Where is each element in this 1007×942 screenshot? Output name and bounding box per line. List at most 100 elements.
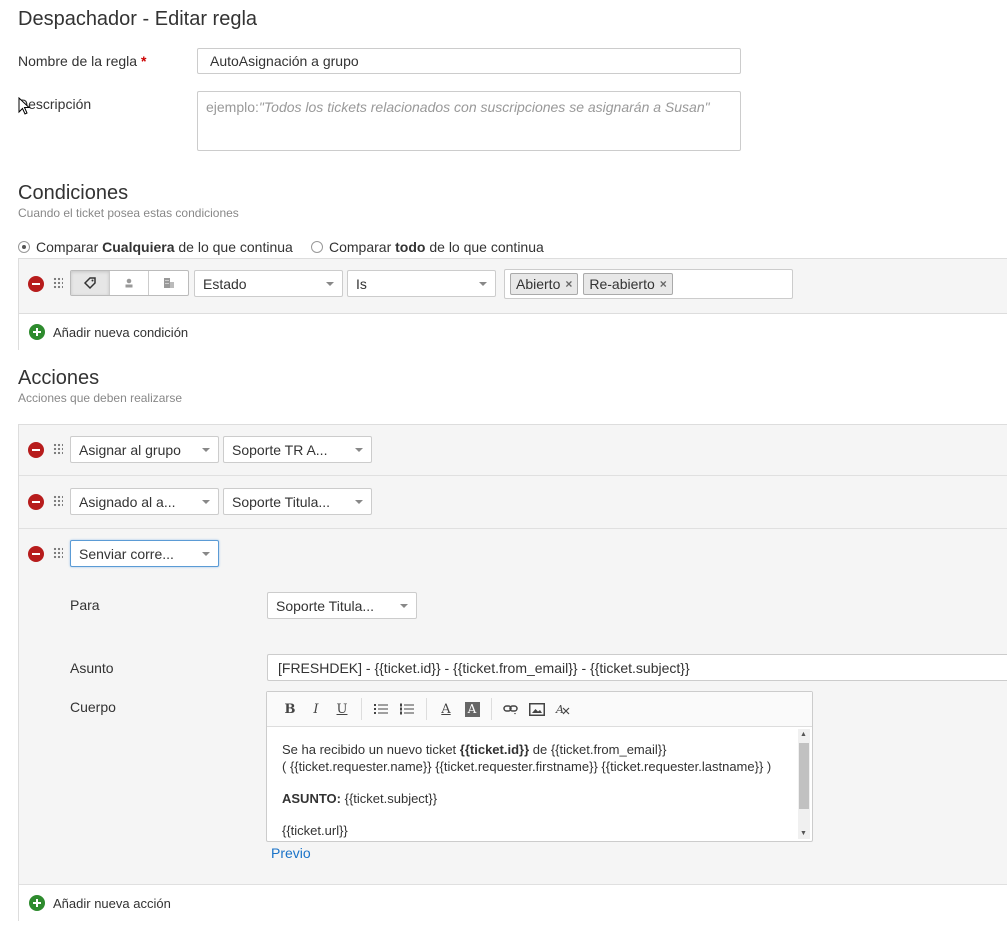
add-action-button[interactable]: Añadir nueva acción [19,885,1007,921]
remove-condition-icon[interactable] [28,276,44,292]
actions-title: Acciones [18,367,100,389]
action-value-select[interactable]: Soporte Titula... [223,488,372,515]
body-line-4: {{ticket.url}} [282,823,348,838]
action-value-select[interactable]: Soporte TR A... [223,436,372,463]
match-any-bold: Cualquiera [102,239,175,255]
match-any-pre: Comparar [36,239,103,255]
chevron-down-icon [202,551,210,556]
condition-operator-value: Is [356,275,367,292]
rule-name-label-text: Nombre de la regla [18,53,138,69]
editor-content[interactable]: Se ha recibido un nuevo ticket {{ticket.… [282,741,792,839]
email-to-select[interactable]: Soporte Titula... [267,592,417,619]
action-type-value: Senviar corre... [79,545,174,562]
value-tag: Re-abierto × [583,273,673,295]
add-condition-label: Añadir nueva condición [53,324,189,340]
drag-handle-icon[interactable] [53,443,63,455]
drag-handle-icon[interactable] [53,547,63,559]
remove-tag-icon[interactable]: × [565,277,572,291]
chevron-down-icon [202,447,210,452]
condition-type-toggle [70,270,189,296]
body-line-3: ASUNTO: {{ticket.subject}} [282,790,792,807]
chevron-down-icon [326,281,334,286]
subject-label: Asunto [70,660,114,676]
remove-action-icon[interactable] [28,494,44,510]
conditions-title: Condiciones [18,182,129,204]
required-asterisk: * [140,53,147,69]
chevron-down-icon [400,603,408,608]
action-type-value: Asignado al a... [79,493,176,510]
remove-action-icon[interactable] [28,546,44,562]
action-value-text: Soporte TR A... [232,441,328,458]
body-line-2: ( {{ticket.requester.name}} {{ticket.req… [282,759,772,774]
font-color-icon[interactable]: A [433,697,459,721]
email-subject-input[interactable]: [FRESHDEK] - {{ticket.id}} - {{ticket.fr… [267,654,1007,681]
condition-field-select[interactable]: Estado [194,270,343,297]
body-line-1-bold: {{ticket.id}} [459,742,530,757]
match-all-bold: todo [395,239,426,255]
row-divider [19,475,1007,476]
action-type-select[interactable]: Asignar al grupo [70,436,219,463]
match-all-post: de lo que continua [425,239,544,255]
page-title: Despachador - Editar regla [18,8,258,30]
body-line-3-bold: ASUNTO: [282,791,341,806]
body-line-1-pre: Se ha recibido un nuevo ticket [282,742,460,757]
value-tag-label: Re-abierto [589,276,655,292]
match-any-post: de lo que continua [174,239,293,255]
email-body-editor: B I U A A A Se ha recibido un nuevo tick… [266,691,813,842]
background-color-icon[interactable]: A [459,697,485,721]
clear-formatting-icon[interactable]: A [550,697,576,721]
match-all-radio[interactable]: Comparar todo de lo que continua [311,239,544,255]
remove-action-icon[interactable] [28,442,44,458]
action-type-select[interactable]: Senviar corre... [70,540,219,567]
ordered-list-icon[interactable] [394,697,420,721]
action-type-select[interactable]: Asignado al a... [70,488,219,515]
bold-button[interactable]: B [277,697,303,721]
row-divider [19,528,1007,529]
company-type-building-icon[interactable] [149,271,188,295]
body-line-3-post: {{ticket.subject}} [340,791,438,806]
drag-handle-icon[interactable] [53,277,63,289]
preview-link[interactable]: Previo [271,845,311,861]
actions-subtitle: Acciones que deben realizarse [18,391,183,405]
toolbar-divider [361,698,362,720]
condition-values-multiselect[interactable]: Abierto × Re-abierto × [504,269,793,299]
body-line-1: Se ha recibido un nuevo ticket {{ticket.… [282,741,792,758]
body-line-1-post: de {{ticket.from_email}} [529,742,667,757]
description-placeholder-prefix: ejemplo: [206,99,259,115]
ticket-type-tag-icon[interactable] [71,271,110,295]
scrollbar-thumb[interactable] [799,743,809,809]
description-textarea[interactable]: ejemplo: "Todos los tickets relacionados… [197,91,741,151]
insert-image-icon[interactable] [524,697,550,721]
unordered-list-icon[interactable] [368,697,394,721]
requester-type-user-icon[interactable] [110,271,149,295]
add-condition-button[interactable]: Añadir nueva condición [19,313,1007,350]
drag-handle-icon[interactable] [53,495,63,507]
chevron-down-icon [479,281,487,286]
email-to-value: Soporte Titula... [276,597,375,614]
italic-button[interactable]: I [303,697,329,721]
value-tag-label: Abierto [516,276,561,292]
add-icon [29,895,45,911]
add-icon [29,324,45,340]
scroll-down-arrow-icon[interactable]: ▼ [800,830,807,837]
match-any-radio[interactable]: Comparar Cualquiera de lo que continua [18,239,293,255]
chevron-down-icon [202,499,210,504]
action-type-value: Asignar al grupo [79,441,181,458]
radio-unselected-icon [311,241,323,253]
condition-field-value: Estado [203,275,247,292]
condition-operator-select[interactable]: Is [347,270,496,297]
rule-name-input[interactable]: AutoAsignación a grupo [197,48,741,74]
rule-name-label: Nombre de la regla * [18,53,146,69]
conditions-subtitle: Cuando el ticket posea estas condiciones [18,206,239,220]
toolbar-divider [491,698,492,720]
chevron-down-icon [355,447,363,452]
actions-panel: Asignar al grupo Soporte TR A... Asignad… [18,424,1007,921]
editor-scrollbar[interactable]: ▲ ▼ [798,729,810,839]
match-all-pre: Comparar [329,239,396,255]
conditions-panel: Estado Is Abierto × Re-abierto × Añadir nu… [18,258,1007,350]
scroll-up-arrow-icon[interactable]: ▲ [800,731,807,738]
underline-button[interactable]: U [329,697,355,721]
remove-tag-icon[interactable]: × [660,277,667,291]
insert-link-icon[interactable] [498,697,524,721]
description-placeholder-example: "Todos los tickets relacionados con susc… [258,99,710,115]
